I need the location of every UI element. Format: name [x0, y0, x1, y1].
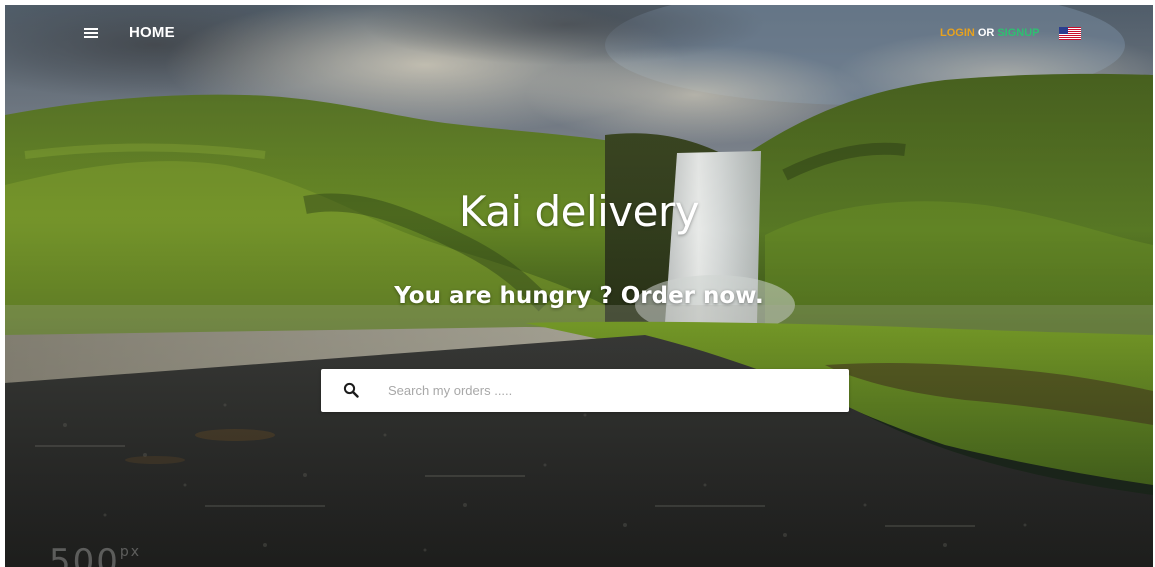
menu-line: [84, 36, 98, 38]
hero-subtitle: You are hungry ? Order now.: [394, 283, 764, 309]
hamburger-menu-icon[interactable]: [82, 25, 102, 41]
auth-links: LOGIN OR SIGNUP: [940, 27, 1040, 39]
watermark-text: 500: [49, 542, 120, 567]
order-search-bar: [321, 369, 849, 412]
menu-line: [84, 32, 98, 34]
page-frame: HOME LOGIN OR SIGNUP Kai delivery You are …: [5, 5, 1153, 567]
photo-watermark: 500px: [49, 545, 141, 567]
watermark-suffix: px: [119, 544, 142, 560]
login-link[interactable]: LOGIN: [940, 27, 975, 39]
top-navigation-bar: HOME LOGIN OR SIGNUP: [5, 5, 1153, 63]
signup-link[interactable]: SIGNUP: [997, 27, 1039, 39]
hero-title: Kai delivery: [458, 187, 700, 236]
or-label: OR: [977, 27, 995, 39]
home-link[interactable]: HOME: [129, 24, 175, 41]
search-orders-input[interactable]: [388, 369, 828, 412]
menu-line: [84, 28, 98, 30]
us-flag-icon[interactable]: [1059, 27, 1081, 40]
search-icon[interactable]: [343, 382, 359, 398]
